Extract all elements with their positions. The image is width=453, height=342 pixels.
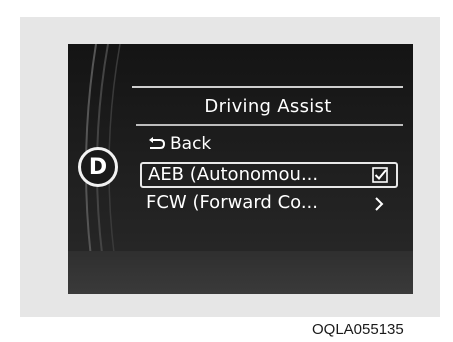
figure-code: OQLA055135 [312,321,404,338]
back-label: Back [170,134,212,154]
title-divider [136,124,403,126]
return-arrow-icon [149,137,166,149]
header-divider [132,86,403,88]
menu-title: Driving Assist [204,96,332,117]
menu-item-fcw[interactable]: FCW (Forward Co... [146,192,318,213]
chevron-right-icon [375,197,384,211]
menu-item-aeb[interactable]: AEB (Autonomou... [148,164,318,185]
cluster-display: Driving Assist Back AEB (Autonomou... FC… [68,44,413,294]
back-menu-item[interactable]: Back [146,134,211,154]
checkbox-checked-icon[interactable] [372,167,388,183]
bottom-panel [68,251,413,294]
gear-indicator: D [78,147,118,187]
